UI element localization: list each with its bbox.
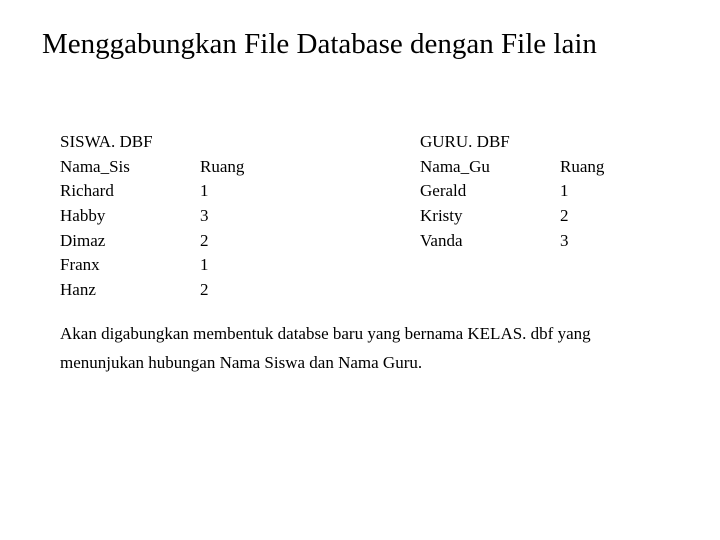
siswa-ruang-column: Ruang 1 3 2 1 2 bbox=[200, 130, 300, 302]
page-title: Menggabungkan File Database dengan File … bbox=[42, 28, 700, 61]
siswa-ruang-cell: 2 bbox=[200, 229, 300, 254]
guru-name-column: GURU. DBF Nama_Gu Gerald Kristy Vanda bbox=[420, 130, 560, 302]
siswa-name-column: SISWA. DBF Nama_Sis Richard Habby Dimaz … bbox=[60, 130, 200, 302]
siswa-ruang-cell: 2 bbox=[200, 278, 300, 303]
description-text: Akan digabungkan membentuk databse baru … bbox=[60, 320, 660, 378]
siswa-name-cell: Dimaz bbox=[60, 229, 200, 254]
guru-name-cell: Vanda bbox=[420, 229, 560, 254]
guru-ruang-cell: 1 bbox=[560, 179, 640, 204]
siswa-file-label: SISWA. DBF bbox=[60, 130, 200, 155]
siswa-ruang-header: Ruang bbox=[200, 155, 300, 180]
siswa-name-cell: Habby bbox=[60, 204, 200, 229]
siswa-table: SISWA. DBF Nama_Sis Richard Habby Dimaz … bbox=[60, 130, 420, 302]
guru-name-header: Nama_Gu bbox=[420, 155, 560, 180]
siswa-name-cell: Richard bbox=[60, 179, 200, 204]
guru-name-cell: Gerald bbox=[420, 179, 560, 204]
guru-ruang-column: Ruang 1 2 3 bbox=[560, 130, 640, 302]
siswa-name-cell: Hanz bbox=[60, 278, 200, 303]
guru-name-cell: Kristy bbox=[420, 204, 560, 229]
siswa-ruang-cell: 3 bbox=[200, 204, 300, 229]
tables-area: SISWA. DBF Nama_Sis Richard Habby Dimaz … bbox=[60, 130, 680, 302]
guru-ruang-cell: 3 bbox=[560, 229, 640, 254]
siswa-ruang-cell: 1 bbox=[200, 253, 300, 278]
siswa-name-header: Nama_Sis bbox=[60, 155, 200, 180]
spacer bbox=[200, 130, 300, 155]
guru-ruang-header: Ruang bbox=[560, 155, 640, 180]
siswa-name-cell: Franx bbox=[60, 253, 200, 278]
guru-file-label: GURU. DBF bbox=[420, 130, 560, 155]
guru-table: GURU. DBF Nama_Gu Gerald Kristy Vanda Ru… bbox=[420, 130, 680, 302]
siswa-ruang-cell: 1 bbox=[200, 179, 300, 204]
slide: Menggabungkan File Database dengan File … bbox=[0, 0, 720, 540]
guru-ruang-cell: 2 bbox=[560, 204, 640, 229]
spacer bbox=[560, 130, 640, 155]
